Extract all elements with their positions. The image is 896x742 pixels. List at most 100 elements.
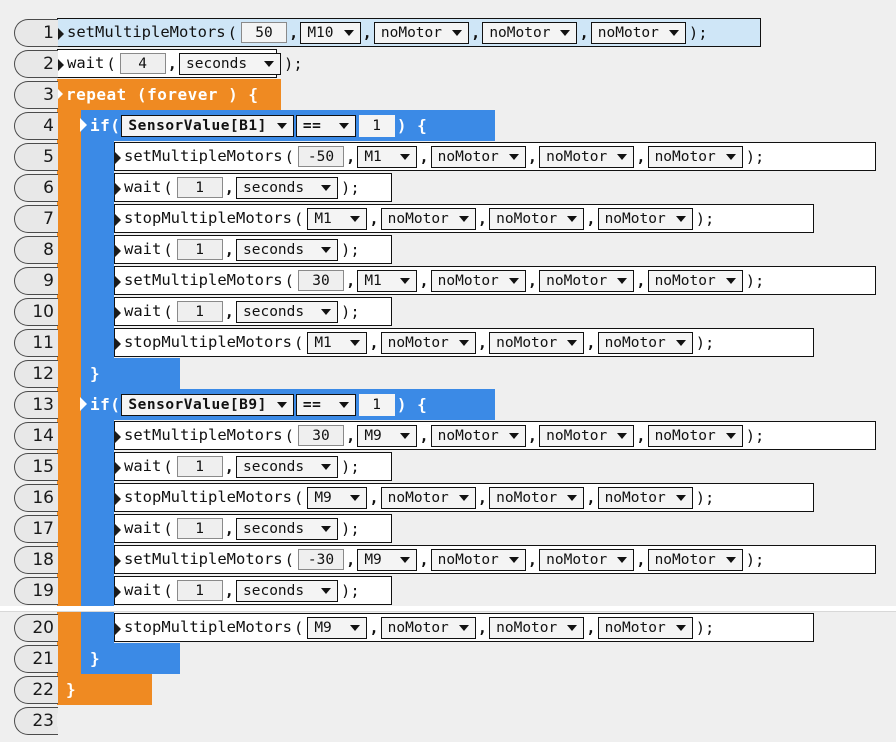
motor-select-4[interactable]: noMotor [647, 269, 743, 292]
condition-variable-select[interactable]: SensorValue[B1] [121, 114, 294, 137]
condition-variable-select[interactable]: SensorValue[B9] [121, 393, 294, 416]
motor-select-3[interactable]: noMotor [489, 486, 585, 509]
motor-select-2[interactable]: noMotor [430, 145, 526, 168]
statement-block[interactable]: stopMultipleMotors(M1, noMotor, noMotor, no… [114, 328, 814, 357]
motor-select-3[interactable]: noMotor [539, 145, 635, 168]
motor-select-4[interactable]: noMotor [597, 486, 693, 509]
speed-field[interactable]: 50 [240, 22, 287, 43]
duration-field[interactable]: 1 [176, 177, 223, 198]
line-number-16[interactable]: 16 [14, 484, 58, 512]
motor-select-1[interactable]: M1 [357, 145, 418, 168]
motor-select-1[interactable]: M9 [357, 424, 418, 447]
line-number-10[interactable]: 10 [14, 298, 58, 326]
time-unit-select[interactable]: seconds [179, 52, 282, 75]
line-number-15[interactable]: 15 [14, 453, 58, 481]
if-block-close[interactable]: } [81, 358, 180, 389]
time-unit-select[interactable]: seconds [236, 300, 339, 323]
statement-block[interactable]: wait(1, seconds); [114, 235, 392, 264]
statement-block[interactable]: setMultipleMotors(-30, M9, noMotor, noMotor… [114, 545, 876, 574]
motor-select-3[interactable]: noMotor [482, 21, 578, 44]
motor-select-2[interactable]: noMotor [430, 269, 526, 292]
motor-select-3[interactable]: noMotor [539, 269, 635, 292]
statement-block[interactable]: setMultipleMotors(50, M10, noMotor, noMotor… [57, 18, 761, 47]
motor-select-1[interactable]: M9 [307, 486, 368, 509]
statement-block[interactable]: stopMultipleMotors(M9, noMotor, noMotor, no… [114, 483, 814, 512]
motor-select-2[interactable]: noMotor [430, 424, 526, 447]
operator-select[interactable]: == [295, 114, 356, 137]
time-unit-select[interactable]: seconds [236, 579, 339, 602]
line-number-2[interactable]: 2 [14, 50, 58, 78]
motor-select-3[interactable]: noMotor [489, 331, 585, 354]
if-block-close[interactable]: } [81, 643, 180, 674]
line-number-22[interactable]: 22 [14, 676, 58, 704]
time-unit-select[interactable]: seconds [236, 517, 339, 540]
motor-select-4[interactable]: noMotor [647, 548, 743, 571]
line-number-1[interactable]: 1 [14, 19, 58, 47]
line-number-18[interactable]: 18 [14, 546, 58, 574]
speed-field[interactable]: -50 [297, 146, 344, 167]
motor-select-1[interactable]: M1 [307, 207, 368, 230]
statement-block[interactable]: wait(1, seconds); [114, 576, 392, 605]
repeat-block-close[interactable]: } [57, 674, 152, 705]
statement-block[interactable]: setMultipleMotors(30, M1, noMotor, noMotor,… [114, 266, 876, 295]
statement-block[interactable]: wait(1, seconds); [114, 514, 392, 543]
if-block-header[interactable]: if ( SensorValue[B1] == 1 ) { [80, 110, 495, 141]
time-unit-select[interactable]: seconds [236, 176, 339, 199]
motor-select-2[interactable]: noMotor [380, 616, 476, 639]
statement-block[interactable]: wait(4, seconds); [57, 49, 303, 78]
motor-select-4[interactable]: noMotor [597, 207, 693, 230]
line-number-17[interactable]: 17 [14, 515, 58, 543]
line-number-5[interactable]: 5 [14, 143, 58, 171]
motor-select-3[interactable]: noMotor [539, 548, 635, 571]
line-number-12[interactable]: 12 [14, 360, 58, 388]
motor-select-4[interactable]: noMotor [590, 21, 686, 44]
line-number-4[interactable]: 4 [14, 112, 58, 140]
line-number-13[interactable]: 13 [14, 391, 58, 419]
statement-block[interactable]: wait(1, seconds); [114, 297, 392, 326]
motor-select-1[interactable]: M9 [307, 616, 368, 639]
duration-field[interactable]: 4 [119, 53, 166, 74]
motor-select-3[interactable]: noMotor [539, 424, 635, 447]
compare-value-field[interactable]: 1 [358, 393, 395, 416]
motor-select-3[interactable]: noMotor [489, 207, 585, 230]
line-number-14[interactable]: 14 [14, 422, 58, 450]
duration-field[interactable]: 1 [176, 301, 223, 322]
statement-block[interactable]: wait(1, seconds); [114, 452, 392, 481]
line-number-7[interactable]: 7 [14, 205, 58, 233]
duration-field[interactable]: 1 [176, 580, 223, 601]
motor-select-4[interactable]: noMotor [597, 331, 693, 354]
time-unit-select[interactable]: seconds [236, 238, 339, 261]
motor-select-1[interactable]: M10 [300, 21, 361, 44]
statement-block[interactable]: setMultipleMotors(30, M9, noMotor, noMotor,… [114, 421, 876, 450]
motor-select-1[interactable]: M9 [357, 548, 418, 571]
repeat-block-header[interactable]: repeat (forever ) { [56, 79, 281, 110]
line-number-9[interactable]: 9 [14, 267, 58, 295]
line-number-19[interactable]: 19 [14, 577, 58, 605]
line-number-21[interactable]: 21 [14, 645, 58, 673]
duration-field[interactable]: 1 [176, 518, 223, 539]
statement-block[interactable]: stopMultipleMotors(M1, noMotor, noMotor, no… [114, 204, 814, 233]
motor-select-2[interactable]: noMotor [380, 486, 476, 509]
motor-select-4[interactable]: noMotor [597, 616, 693, 639]
line-number-6[interactable]: 6 [14, 174, 58, 202]
line-number-23[interactable]: 23 [14, 707, 58, 735]
duration-field[interactable]: 1 [176, 239, 223, 260]
time-unit-select[interactable]: seconds [236, 455, 339, 478]
motor-select-4[interactable]: noMotor [647, 424, 743, 447]
line-number-3[interactable]: 3 [14, 81, 58, 109]
operator-select[interactable]: == [295, 393, 356, 416]
statement-block[interactable]: wait(1, seconds); [114, 173, 392, 202]
motor-select-2[interactable]: noMotor [380, 331, 476, 354]
line-number-8[interactable]: 8 [14, 236, 58, 264]
motor-select-2[interactable]: noMotor [373, 21, 469, 44]
line-number-20[interactable]: 20 [14, 614, 58, 642]
motor-select-2[interactable]: noMotor [430, 548, 526, 571]
statement-block[interactable]: stopMultipleMotors(M9, noMotor, noMotor, no… [114, 613, 814, 642]
motor-select-1[interactable]: M1 [307, 331, 368, 354]
duration-field[interactable]: 1 [176, 456, 223, 477]
motor-select-3[interactable]: noMotor [489, 616, 585, 639]
if-block-header[interactable]: if ( SensorValue[B9] == 1 ) { [80, 389, 495, 420]
compare-value-field[interactable]: 1 [358, 114, 395, 137]
speed-field[interactable]: 30 [297, 270, 344, 291]
speed-field[interactable]: -30 [297, 549, 344, 570]
